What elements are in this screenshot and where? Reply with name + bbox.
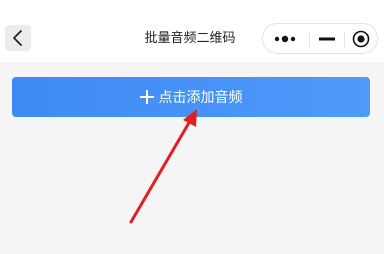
annotation-arrow bbox=[129, 109, 197, 224]
